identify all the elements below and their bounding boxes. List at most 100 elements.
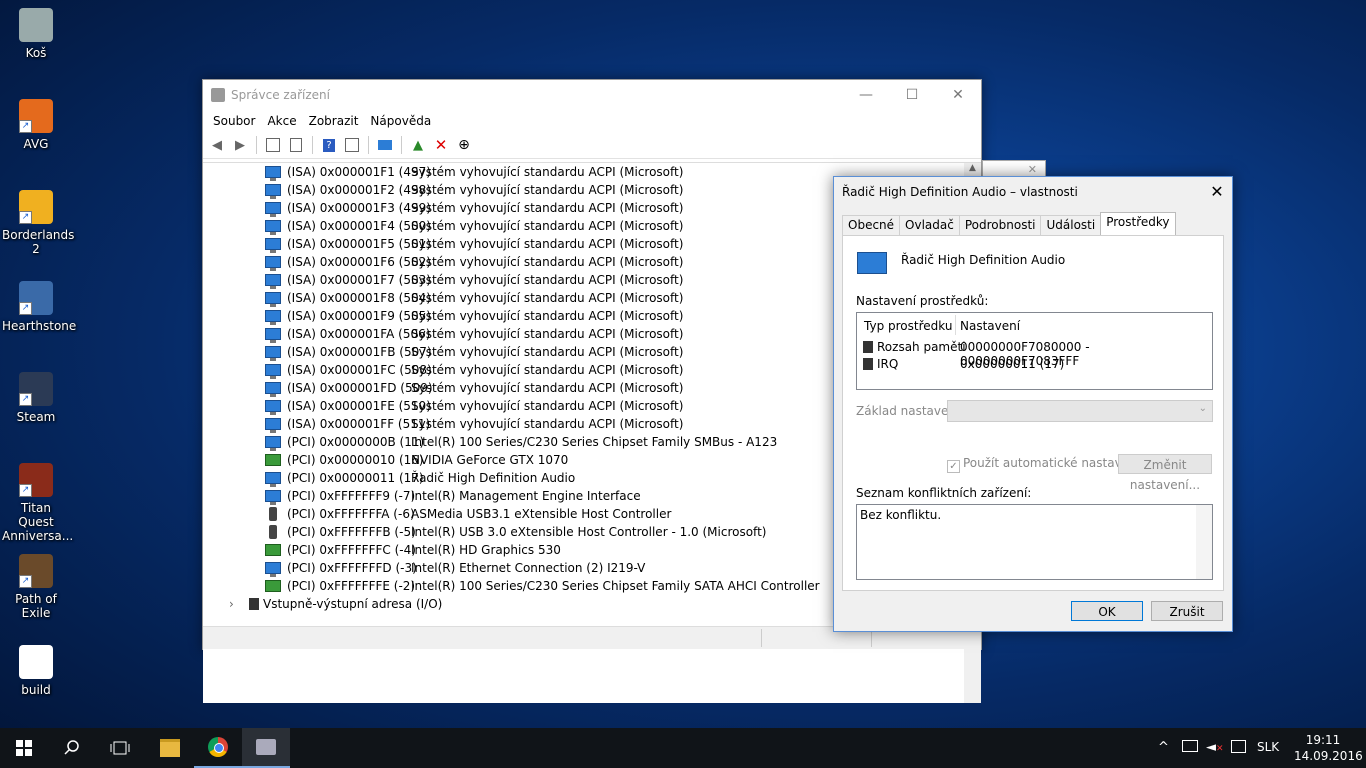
desktop-icon[interactable]: ↗ Hearthstone	[2, 281, 76, 333]
tree-row[interactable]: (ISA) 0x000001F4 (500) Systém vyhovující …	[265, 217, 820, 235]
desktop-icon[interactable]: ↗ Path of Exile	[2, 554, 70, 620]
desktop-icon[interactable]: ↗ Steam	[2, 372, 70, 424]
auto-setting-checkbox[interactable]: ✓ Použít automatické nastavení	[947, 456, 1140, 473]
resource-row[interactable]: IRQ	[863, 357, 898, 371]
update-driver-icon[interactable]: ▲	[408, 136, 428, 154]
tree-row[interactable]: (PCI) 0xFFFFFFFD (-3) Intel(R) Ethernet C…	[265, 559, 820, 577]
toolbar-separator	[312, 136, 313, 154]
device-name: Řadič High Definition Audio	[901, 253, 1066, 267]
status-divider	[761, 629, 762, 647]
usb-icon	[269, 525, 277, 539]
close-button[interactable]: ✕	[935, 80, 981, 110]
desktop-icon[interactable]: ↗ Borderlands 2	[2, 190, 74, 256]
clock-date[interactable]: 14.09.2016	[1294, 749, 1363, 763]
resource-id: (ISA) 0x000001F1 (497)	[287, 165, 431, 179]
tree-row[interactable]: (ISA) 0x000001F3 (499) Systém vyhovující …	[265, 199, 820, 217]
tree-node-io[interactable]: › Vstupně-výstupní adresa (I/O)	[229, 595, 442, 613]
file-explorer-button[interactable]	[146, 728, 194, 768]
tab-podrobnosti[interactable]: Podrobnosti	[958, 215, 1042, 236]
tree-row[interactable]: (ISA) 0x000001F2 (498) Systém vyhovující …	[265, 181, 820, 199]
back-arrow-icon[interactable]: ◀	[207, 136, 227, 154]
menu-zobrazit[interactable]: Zobrazit	[303, 110, 365, 132]
system-device-icon	[265, 400, 281, 415]
conflict-scrollbar[interactable]	[1196, 505, 1212, 579]
dialog-tabs: Obecné Ovladač Podrobnosti Události Pros…	[842, 212, 1176, 236]
header-divider	[955, 315, 956, 335]
forward-arrow-icon[interactable]: ▶	[230, 136, 250, 154]
menu-napoveda[interactable]: Nápověda	[364, 110, 437, 132]
tree-row[interactable]: (ISA) 0x000001F9 (505) Systém vyhovující …	[265, 307, 820, 325]
task-view-button[interactable]	[96, 728, 144, 768]
dialog-close-button[interactable]: ✕	[1202, 177, 1232, 207]
tree-row[interactable]: (PCI) 0x00000011 (17) Řadič High Definiti…	[265, 469, 820, 487]
desktop-icon[interactable]: build	[2, 645, 70, 697]
tree-row[interactable]: (ISA) 0x000001F5 (501) Systém vyhovující …	[265, 235, 820, 253]
minimize-button[interactable]: —	[843, 80, 889, 110]
col-setting-header: Nastavení	[960, 319, 1021, 333]
tree-row[interactable]: (ISA) 0x000001FB (507) Systém vyhovující …	[265, 343, 820, 361]
tree-row[interactable]: (ISA) 0x000001F7 (503) Systém vyhovující …	[265, 271, 820, 289]
start-button[interactable]	[0, 728, 48, 768]
desktop-icon[interactable]: Koš	[2, 8, 70, 60]
tab-prostredky[interactable]: Prostředky	[1100, 212, 1176, 236]
tree-row[interactable]: (ISA) 0x000001FC (508) Systém vyhovující …	[265, 361, 820, 379]
tree-row[interactable]: (ISA) 0x000001FE (510) Systém vyhovující …	[265, 397, 820, 415]
resource-id: (ISA) 0x000001F3 (499)	[287, 201, 431, 215]
resource-row[interactable]: Rozsah paměti	[863, 340, 966, 354]
tree-row[interactable]: (PCI) 0xFFFFFFFA (-6) ASMedia USB3.1 eXte…	[265, 505, 820, 523]
scroll-up-icon[interactable]: ▲	[964, 163, 981, 173]
tree-row[interactable]: (ISA) 0x000001F6 (502) Systém vyhovující …	[265, 253, 820, 271]
chrome-button[interactable]	[194, 728, 242, 768]
action-center-icon[interactable]	[1231, 740, 1246, 757]
desktop-icon[interactable]: ↗ AVG	[2, 99, 70, 151]
resources-table[interactable]: Typ prostředku Nastavení Rozsah paměti 0…	[856, 312, 1213, 390]
resource-id: (ISA) 0x000001F6 (502)	[287, 255, 431, 269]
show-hidden-icons-chevron-up-icon[interactable]: ^	[1158, 740, 1169, 755]
view-icon[interactable]	[342, 136, 362, 154]
properties-icon[interactable]	[263, 136, 283, 154]
properties-dialog: Řadič High Definition Audio – vlastnosti…	[833, 176, 1233, 632]
tree-row[interactable]: (ISA) 0x000001F1 (497) Systém vyhovující …	[265, 163, 820, 181]
volume-muted-icon[interactable]: ◄✕	[1206, 740, 1224, 755]
maximize-button[interactable]: ☐	[889, 80, 935, 110]
chevron-right-icon[interactable]: ›	[229, 595, 241, 613]
desktop-icon[interactable]: ↗ Titan Quest Anniversa...	[2, 463, 73, 543]
device-manager-taskbar-button[interactable]	[242, 728, 290, 768]
help-icon[interactable]: ?	[319, 136, 339, 154]
tree-row[interactable]: (ISA) 0x000001FF (511) Systém vyhovující …	[265, 415, 820, 433]
device-name: Systém vyhovující standardu ACPI (Micros…	[411, 291, 684, 305]
tree-row[interactable]: (ISA) 0x000001FD (509) Systém vyhovující …	[265, 379, 820, 397]
system-device-icon	[265, 310, 281, 325]
device-name: Systém vyhovující standardu ACPI (Micros…	[411, 255, 684, 269]
change-setting-button[interactable]: Změnit nastavení...	[1118, 454, 1212, 492]
download-icon[interactable]: ⊕	[454, 136, 474, 154]
tab-udalosti[interactable]: Události	[1040, 215, 1102, 236]
tree-row[interactable]: (PCI) 0x0000000B (11) Intel(R) 100 Series…	[265, 433, 820, 451]
menu-akce[interactable]: Akce	[261, 110, 302, 132]
network-icon[interactable]	[1182, 740, 1198, 756]
document-icon	[19, 645, 53, 679]
base-setting-select[interactable]: ⌄	[947, 400, 1213, 422]
search-button[interactable]	[48, 728, 96, 768]
tree-row[interactable]: (ISA) 0x000001F8 (504) Systém vyhovující …	[265, 289, 820, 307]
ok-button[interactable]: OK	[1071, 601, 1143, 621]
conflict-list[interactable]: Bez konfliktu.	[856, 504, 1213, 580]
tree-row[interactable]: (PCI) 0xFFFFFFF9 (-7) Intel(R) Management…	[265, 487, 820, 505]
tab-ovladac[interactable]: Ovladač	[899, 215, 960, 236]
scan-hardware-icon[interactable]	[375, 136, 395, 154]
cancel-button[interactable]: Zrušit	[1151, 601, 1223, 621]
shortcut-arrow-icon: ↗	[19, 575, 32, 588]
menu-soubor[interactable]: Soubor	[207, 110, 261, 132]
tree-row[interactable]: (PCI) 0xFFFFFFFC (-4) Intel(R) HD Graphic…	[265, 541, 820, 559]
tree-row[interactable]: (PCI) 0x00000010 (16) NVIDIA GeForce GTX …	[265, 451, 820, 469]
clock-time[interactable]: 19:11	[1300, 733, 1346, 747]
uninstall-icon[interactable]: ✕	[431, 136, 451, 154]
tree-row[interactable]: (PCI) 0xFFFFFFFB (-5) Intel(R) USB 3.0 eX…	[265, 523, 820, 541]
tree-row[interactable]: (ISA) 0x000001FA (506) Systém vyhovující …	[265, 325, 820, 343]
document-icon[interactable]	[286, 136, 306, 154]
language-indicator[interactable]: SLK	[1257, 740, 1279, 754]
tree-row[interactable]: (PCI) 0xFFFFFFFE (-2) Intel(R) 100 Series…	[265, 577, 820, 595]
tab-obecne[interactable]: Obecné	[842, 215, 901, 236]
resource-id: (PCI) 0x0000000B (11)	[287, 435, 425, 449]
shortcut-arrow-icon: ↗	[19, 302, 32, 315]
